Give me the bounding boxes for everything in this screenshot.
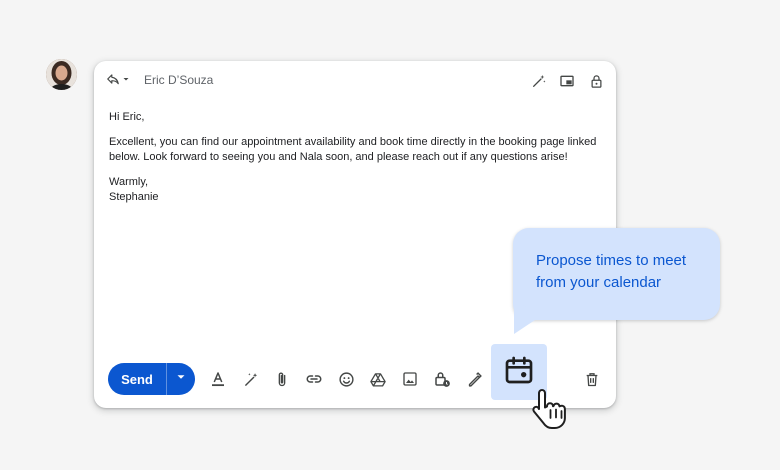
- emoji-icon[interactable]: [336, 369, 356, 389]
- attach-icon[interactable]: [272, 369, 292, 389]
- confidential-mode-icon[interactable]: [432, 369, 452, 389]
- calendar-tooltip: Propose times to meet from your calendar: [513, 228, 720, 320]
- avatar: [46, 59, 77, 90]
- email-body[interactable]: Hi Eric, Excellent, you can find our app…: [109, 110, 599, 215]
- send-label[interactable]: Send: [108, 363, 167, 395]
- help-me-write-icon[interactable]: [241, 369, 261, 389]
- calendar-icon: [503, 354, 535, 391]
- signature-icon[interactable]: [464, 369, 484, 389]
- schedule-send-dropdown[interactable]: [167, 363, 195, 395]
- text-format-icon[interactable]: [208, 369, 228, 389]
- drive-icon[interactable]: [368, 369, 388, 389]
- dropdown-arrow-icon: [120, 72, 132, 90]
- link-icon[interactable]: [304, 369, 324, 389]
- compose-header: Eric D’Souza: [94, 61, 616, 101]
- recipient-name[interactable]: Eric D’Souza: [144, 73, 213, 87]
- email-signoff: Warmly,: [109, 176, 149, 188]
- send-button[interactable]: Send: [108, 363, 195, 395]
- magic-pen-icon[interactable]: [529, 71, 549, 91]
- email-signature: Stephanie: [109, 191, 159, 203]
- lock-icon[interactable]: [586, 71, 606, 91]
- photo-icon[interactable]: [400, 369, 420, 389]
- pop-out-icon[interactable]: [557, 71, 577, 91]
- email-greeting: Hi Eric,: [109, 111, 145, 123]
- hand-cursor-icon: [530, 386, 576, 432]
- email-paragraph: Excellent, you can find our appointment …: [109, 136, 597, 163]
- chevron-down-icon: [174, 370, 188, 389]
- reply-icon: [106, 72, 120, 91]
- trash-icon[interactable]: [582, 369, 602, 389]
- reply-type-selector[interactable]: [106, 71, 136, 91]
- tooltip-text: Propose times to meet from your calendar: [536, 252, 687, 291]
